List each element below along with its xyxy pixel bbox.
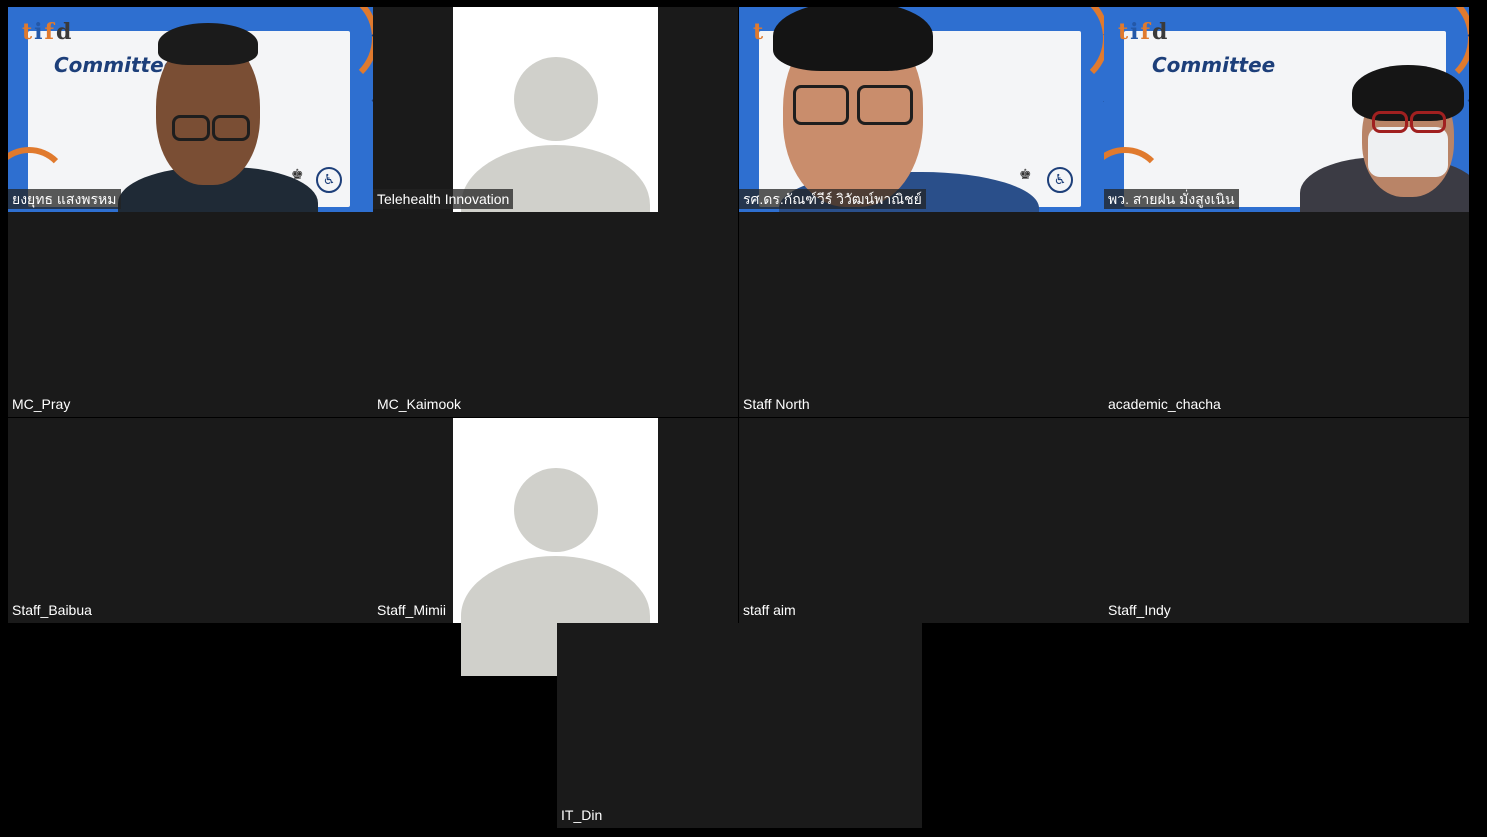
participant-name: ยงยุทธ แสงพรหม <box>8 189 121 209</box>
video-grid: tifd Committee ♚ ♿ ยงยุทธ แสงพรหม Telehe… <box>0 0 1487 837</box>
participant-tile-11[interactable]: staff aim <box>739 418 1104 623</box>
participant-name: MC_Pray <box>12 396 71 412</box>
participant-name: Staff_Indy <box>1108 602 1171 618</box>
participant-tile-5[interactable]: MC_Pray <box>8 212 373 417</box>
participant-tile-12[interactable]: Staff_Indy <box>1104 418 1469 623</box>
default-avatar-icon <box>453 418 658 676</box>
participant-name: staff aim <box>743 602 796 618</box>
participant-name: Staff_Mimii <box>377 602 446 618</box>
participant-tile-7[interactable]: Staff North <box>739 212 1104 417</box>
tifd-logo: tifd <box>1118 19 1170 45</box>
video-feed: tifd Committee ♚ ♿ <box>8 7 373 212</box>
participant-name: รศ.ดร.กัณฑ์วีร์ วิวัฒน์พาณิชย์ <box>739 189 926 209</box>
wheelchair-icon: ♿ <box>1047 167 1073 193</box>
tifd-logo: t <box>753 19 766 45</box>
participant-name: Staff North <box>743 396 810 412</box>
participant-name: academic_chacha <box>1108 396 1221 412</box>
default-avatar-icon <box>453 7 658 265</box>
participant-name: Staff_Baibua <box>12 602 92 618</box>
participant-tile-6[interactable]: MC_Kaimook <box>373 212 738 417</box>
participant-tile-9[interactable]: Staff_Baibua <box>8 418 373 623</box>
participant-name: IT_Din <box>561 807 603 823</box>
committee-text: Committee <box>1152 53 1276 77</box>
participant-name: พว. สายฝน มั่งสูงเนิน <box>1104 189 1239 209</box>
wheelchair-icon: ♿ <box>316 167 342 193</box>
tifd-logo: tifd <box>22 19 74 45</box>
participant-tile-3[interactable]: t ♚ ♿ รศ.ดร.กัณฑ์วีร์ วิวัฒน์พาณิชย์ <box>739 7 1104 212</box>
participant-name: MC_Kaimook <box>377 396 462 412</box>
video-feed: t ♚ ♿ <box>739 7 1104 212</box>
participant-tile-8[interactable]: academic_chacha <box>1104 212 1469 417</box>
participant-tile-13[interactable]: IT_Din <box>557 623 922 828</box>
participant-name: Telehealth Innovation <box>373 189 514 209</box>
participant-tile-1[interactable]: tifd Committee ♚ ♿ ยงยุทธ แสงพรหม <box>8 7 373 212</box>
participant-tile-4[interactable]: tifd Committee พว. สายฝน มั่งสูงเนิน <box>1104 7 1469 212</box>
video-feed: tifd Committee <box>1104 7 1469 212</box>
crest-icon: ♚ <box>1019 167 1032 183</box>
